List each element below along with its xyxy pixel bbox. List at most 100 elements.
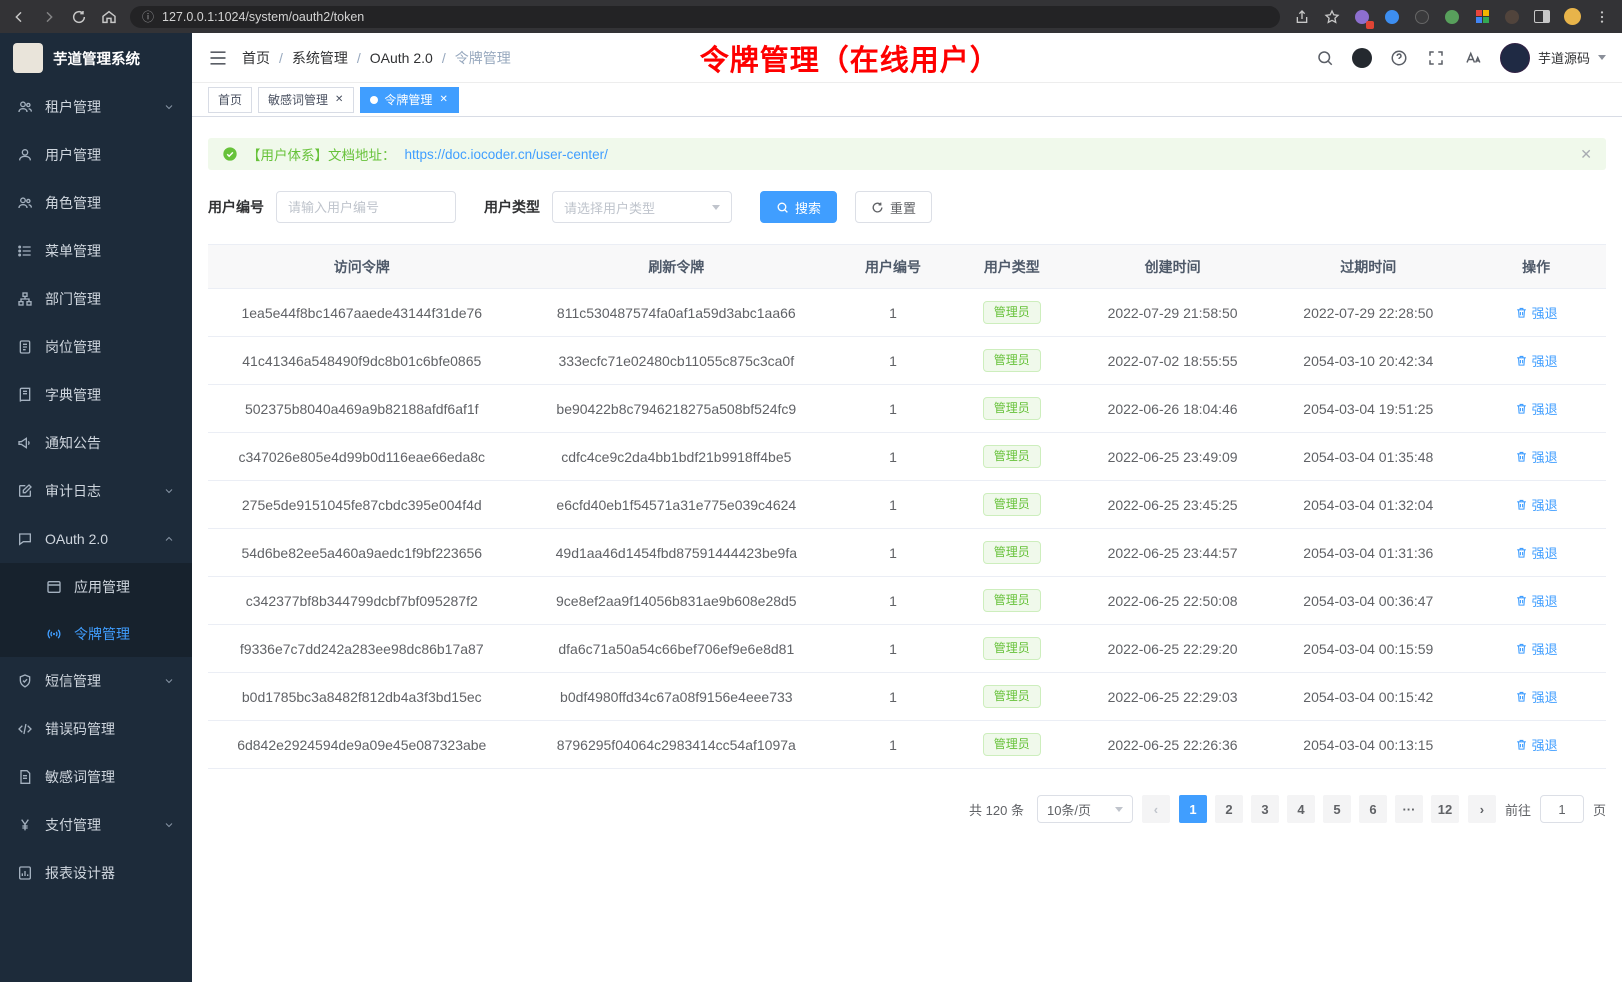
action-cell: 强退 xyxy=(1466,625,1606,673)
user-id-cell: 1 xyxy=(837,481,949,529)
refresh-token-cell: b0df4980ffd34c67a08f9156e4eee733 xyxy=(516,673,838,721)
sidebar-item-user[interactable]: 用户管理 xyxy=(0,131,192,179)
alert-close-icon[interactable]: ✕ xyxy=(1580,146,1592,163)
site-info-icon[interactable]: ⓘ xyxy=(142,8,154,25)
access-token-cell: 41c41346a548490f9dc8b01c6bfe0865 xyxy=(208,337,516,385)
sidebar-item-pay[interactable]: 支付管理 xyxy=(0,801,192,849)
user-type-cell: 管理员 xyxy=(949,337,1075,385)
extension-icon[interactable] xyxy=(1412,7,1432,27)
page-button-4[interactable]: 4 xyxy=(1287,795,1315,823)
user-id-input[interactable] xyxy=(276,191,456,223)
user-type-badge: 管理员 xyxy=(983,445,1041,468)
fullscreen-icon[interactable] xyxy=(1426,48,1446,68)
breadcrumb-item[interactable]: OAuth 2.0 xyxy=(370,50,433,66)
reload-icon[interactable] xyxy=(70,8,88,26)
table-row: c342377bf8b344799dcbf7bf095287f29ce8ef2a… xyxy=(208,577,1606,625)
home-icon[interactable] xyxy=(100,8,118,26)
sidebar-item-report[interactable]: 报表设计器 xyxy=(0,849,192,897)
page-button-5[interactable]: 5 xyxy=(1323,795,1351,823)
goto-page-input[interactable] xyxy=(1540,795,1584,823)
notification-badge xyxy=(1366,21,1374,29)
doc-link[interactable]: https://doc.iocoder.cn/user-center/ xyxy=(405,147,608,162)
page-buttons: 123456···12 xyxy=(1179,795,1459,823)
page-size-select[interactable]: 10条/页 xyxy=(1037,795,1133,823)
breadcrumb-separator: / xyxy=(279,50,283,66)
breadcrumb-separator: / xyxy=(442,50,446,66)
create-time-cell: 2022-06-25 22:50:08 xyxy=(1075,577,1271,625)
page-button-3[interactable]: 3 xyxy=(1251,795,1279,823)
header-actions: 芋道源码 xyxy=(1315,43,1606,73)
search-button[interactable]: 搜索 xyxy=(760,191,837,223)
audit-icon xyxy=(17,483,33,499)
sidebar-item-post[interactable]: 岗位管理 xyxy=(0,323,192,371)
sidebar-item-role[interactable]: 角色管理 xyxy=(0,179,192,227)
extension-icon[interactable] xyxy=(1382,7,1402,27)
sidebar-item-tenant[interactable]: 租户管理 xyxy=(0,83,192,131)
sidebar-item-token[interactable]: 令牌管理 xyxy=(0,610,192,657)
tab-令牌管理[interactable]: 令牌管理✕ xyxy=(360,87,458,113)
force-logout-button[interactable]: 强退 xyxy=(1515,639,1558,658)
sidebar-item-sms[interactable]: 短信管理 xyxy=(0,657,192,705)
bookmark-star-icon[interactable] xyxy=(1322,7,1342,27)
sidebar-item-dept[interactable]: 部门管理 xyxy=(0,275,192,323)
app-logo[interactable]: 芋道管理系统 xyxy=(0,33,192,83)
sidebar-item-oauth[interactable]: OAuth 2.0 xyxy=(0,515,192,563)
sidebar-item-app[interactable]: 应用管理 xyxy=(0,563,192,610)
extension-icon[interactable] xyxy=(1442,7,1462,27)
back-icon[interactable] xyxy=(10,8,28,26)
collapse-sidebar-icon[interactable] xyxy=(208,48,228,68)
force-logout-button[interactable]: 强退 xyxy=(1515,495,1558,514)
tab-close-icon[interactable]: ✕ xyxy=(334,94,344,106)
force-logout-button[interactable]: 强退 xyxy=(1515,687,1558,706)
prev-page-button[interactable]: ‹ xyxy=(1142,795,1170,823)
extensions-puzzle-icon[interactable] xyxy=(1472,7,1492,27)
expire-time-cell: 2022-07-29 22:28:50 xyxy=(1270,289,1466,337)
sidebar-item-dict[interactable]: 字典管理 xyxy=(0,371,192,419)
force-logout-button[interactable]: 强退 xyxy=(1515,735,1558,754)
force-logout-button[interactable]: 强退 xyxy=(1515,399,1558,418)
next-page-button[interactable]: › xyxy=(1468,795,1496,823)
tab-敏感词管理[interactable]: 敏感词管理✕ xyxy=(258,87,354,113)
sms-icon xyxy=(17,673,33,689)
breadcrumb-item[interactable]: 系统管理 xyxy=(292,48,348,68)
github-icon[interactable] xyxy=(1352,48,1372,68)
force-logout-button[interactable]: 强退 xyxy=(1515,543,1558,562)
extension-icon[interactable] xyxy=(1352,7,1372,27)
page-button-1[interactable]: 1 xyxy=(1179,795,1207,823)
user-type-select[interactable]: 请选择用户类型 xyxy=(552,191,732,223)
breadcrumb-item[interactable]: 首页 xyxy=(242,48,270,68)
font-size-icon[interactable] xyxy=(1463,48,1483,68)
force-logout-button[interactable]: 强退 xyxy=(1515,303,1558,322)
browser-menu-icon[interactable] xyxy=(1592,7,1612,27)
tab-首页[interactable]: 首页 xyxy=(208,87,252,113)
sidebar-item-notice[interactable]: 通知公告 xyxy=(0,419,192,467)
force-logout-button[interactable]: 强退 xyxy=(1515,447,1558,466)
page-button-6[interactable]: 6 xyxy=(1359,795,1387,823)
sidebar-item-audit[interactable]: 审计日志 xyxy=(0,467,192,515)
page-button-12[interactable]: 12 xyxy=(1431,795,1459,823)
profile-avatar[interactable] xyxy=(1562,7,1582,27)
access-token-cell: 1ea5e44f8bc1467aaede43144f31de76 xyxy=(208,289,516,337)
chevron-down-icon xyxy=(163,485,175,497)
user-icon xyxy=(17,147,33,163)
tab-close-icon[interactable]: ✕ xyxy=(438,94,448,106)
force-logout-button[interactable]: 强退 xyxy=(1515,591,1558,610)
sidebar-item-errcode[interactable]: 错误码管理 xyxy=(0,705,192,753)
sidebar-item-sensitive[interactable]: 敏感词管理 xyxy=(0,753,192,801)
split-view-icon[interactable] xyxy=(1532,7,1552,27)
sidebar-item-menu[interactable]: 菜单管理 xyxy=(0,227,192,275)
user-type-cell: 管理员 xyxy=(949,577,1075,625)
force-logout-button[interactable]: 强退 xyxy=(1515,351,1558,370)
access-token-cell: c342377bf8b344799dcbf7bf095287f2 xyxy=(208,577,516,625)
extension-icon[interactable] xyxy=(1502,7,1522,27)
user-menu[interactable]: 芋道源码 xyxy=(1500,43,1606,73)
reset-button[interactable]: 重置 xyxy=(855,191,932,223)
table-row: 275e5de9151045fe87cbdc395e004f4de6cfd40e… xyxy=(208,481,1606,529)
share-icon[interactable] xyxy=(1292,7,1312,27)
page-button-2[interactable]: 2 xyxy=(1215,795,1243,823)
more-pages-button[interactable]: ··· xyxy=(1395,795,1423,823)
help-icon[interactable] xyxy=(1389,48,1409,68)
forward-icon[interactable] xyxy=(40,8,58,26)
search-icon[interactable] xyxy=(1315,48,1335,68)
address-bar[interactable]: ⓘ 127.0.0.1:1024/system/oauth2/token xyxy=(130,6,1280,28)
